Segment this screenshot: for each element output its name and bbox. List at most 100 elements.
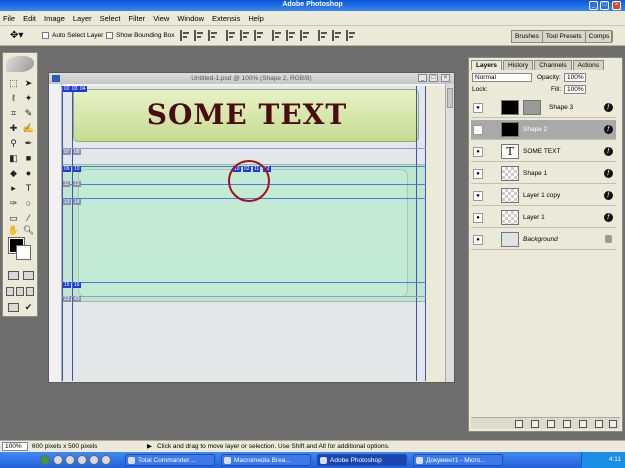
adjustment-layer-icon[interactable] <box>579 420 587 428</box>
menu-edit[interactable]: Edit <box>23 14 36 23</box>
layer-row-layer-1-copy[interactable]: ● Layer 1 copy ƒ <box>471 186 616 206</box>
history-brush-icon[interactable]: ✒ <box>22 137 35 150</box>
brush-tool-icon[interactable]: ✍ <box>22 122 35 135</box>
media-pause-icon[interactable] <box>77 455 87 465</box>
crop-tool-icon[interactable]: ⌗ <box>7 107 20 120</box>
layer-row-some-text[interactable]: ● T SOME TEXT ƒ <box>471 142 616 162</box>
align-top-icon[interactable] <box>180 30 190 41</box>
add-style-icon[interactable] <box>531 420 539 428</box>
quick-mask-icon[interactable] <box>23 271 34 280</box>
layer-style-icon[interactable]: ƒ <box>604 147 613 156</box>
standard-mode-icon[interactable] <box>8 271 19 280</box>
distribute-left-icon[interactable] <box>318 30 328 41</box>
scroll-thumb[interactable] <box>447 88 453 108</box>
path-selection-icon[interactable]: ▸ <box>7 182 20 195</box>
magic-wand-icon[interactable]: ✦ <box>22 92 35 105</box>
menu-extensis[interactable]: Extensis <box>212 14 240 23</box>
palette-tool-presets[interactable]: Tool Presets <box>543 31 586 42</box>
zoom-tool-icon[interactable]: 🔍︎ <box>22 224 35 237</box>
layer-row-background[interactable]: ● Background <box>471 230 616 250</box>
eraser-tool-icon[interactable]: ◧ <box>7 152 20 165</box>
new-layer-icon[interactable] <box>595 420 603 428</box>
jump-to-imageready-icon[interactable] <box>8 303 19 312</box>
distribute-center-icon[interactable] <box>332 30 342 41</box>
visibility-eye-icon[interactable]: ● <box>473 169 483 179</box>
screen-mode-full-icon[interactable] <box>26 287 34 296</box>
distribute-top-icon[interactable] <box>272 30 282 41</box>
taskbar-photoshop[interactable]: Adobe Photoshop <box>317 454 407 466</box>
tab-channels[interactable]: Channels <box>534 60 572 70</box>
close-icon[interactable]: × <box>612 1 621 10</box>
visibility-eye-icon[interactable]: ● <box>473 103 483 113</box>
tab-history[interactable]: History <box>502 60 534 70</box>
pen-tool-icon[interactable]: ✑ <box>7 197 20 210</box>
menu-select[interactable]: Select <box>100 14 121 23</box>
gradient-tool-icon[interactable]: ■ <box>22 152 35 165</box>
zoom-field[interactable]: 100% <box>2 442 28 451</box>
visibility-eye-icon[interactable]: ● <box>473 125 483 135</box>
delete-layer-icon[interactable] <box>609 420 617 428</box>
layer-row-shape-2[interactable]: ● Shape 2 ƒ <box>471 120 616 140</box>
doc-close-icon[interactable]: × <box>441 74 450 82</box>
doc-maximize-icon[interactable]: □ <box>429 74 438 82</box>
visibility-eye-icon[interactable]: ● <box>473 235 483 245</box>
media-stop-icon[interactable] <box>89 455 99 465</box>
distribute-bottom-icon[interactable] <box>300 30 310 41</box>
menu-file[interactable]: File <box>3 14 15 23</box>
fill-input[interactable]: 100% <box>564 85 586 94</box>
dodge-tool-icon[interactable]: ● <box>22 167 35 180</box>
layer-style-icon[interactable]: ƒ <box>604 169 613 178</box>
minimize-icon[interactable]: _ <box>589 1 598 10</box>
system-tray-clock[interactable]: 4:11 <box>581 452 625 468</box>
type-tool-icon[interactable]: T <box>22 182 35 195</box>
healing-brush-icon[interactable]: ✚ <box>7 122 20 135</box>
marquee-tool-icon[interactable]: ⬚ <box>7 77 20 90</box>
layer-style-icon[interactable]: ƒ <box>604 125 613 134</box>
vertical-scrollbar[interactable] <box>445 84 454 382</box>
move-tool-icon[interactable]: ➤ <box>22 77 35 90</box>
visibility-eye-icon[interactable]: ● <box>473 213 483 223</box>
screen-mode-full-menu-icon[interactable] <box>16 287 24 296</box>
layer-row-shape-1[interactable]: ● Shape 1 ƒ <box>471 164 616 184</box>
layer-style-icon[interactable]: ƒ <box>604 191 613 200</box>
layer-row-shape-3[interactable]: ● Shape 3 ƒ <box>471 98 616 118</box>
start-icon[interactable] <box>40 455 50 465</box>
screen-mode-standard-icon[interactable] <box>6 287 14 296</box>
layer-style-icon[interactable]: ƒ <box>604 213 613 222</box>
palette-brushes[interactable]: Brushes <box>512 31 543 42</box>
menu-image[interactable]: Image <box>44 14 65 23</box>
visibility-eye-icon[interactable]: ● <box>473 191 483 201</box>
menu-window[interactable]: Window <box>177 14 204 23</box>
align-center-icon[interactable] <box>240 30 250 41</box>
taskbar-word[interactable]: Документ1 - Micro... <box>413 454 503 466</box>
tab-actions[interactable]: Actions <box>572 60 604 70</box>
new-group-icon[interactable] <box>563 420 571 428</box>
menu-filter[interactable]: Filter <box>129 14 146 23</box>
tab-layers[interactable]: Layers <box>471 60 502 70</box>
align-middle-icon[interactable] <box>194 30 204 41</box>
move-tool-icon[interactable]: ✥▾ <box>10 30 26 42</box>
media-next-icon[interactable] <box>101 455 111 465</box>
blur-tool-icon[interactable]: ◆ <box>7 167 20 180</box>
document-title-bar[interactable]: Untitled-1.psd @ 100% (Shape 2, RGB/8) _… <box>49 73 454 84</box>
align-right-icon[interactable] <box>254 30 264 41</box>
hand-tool-icon[interactable]: ✋ <box>7 224 20 237</box>
edit-in-imageready-icon[interactable]: ✔ <box>22 301 35 314</box>
distribute-right-icon[interactable] <box>346 30 356 41</box>
taskbar-macromedia[interactable]: Macromedia Brea... <box>221 454 311 466</box>
taskbar-total-commander[interactable]: Total Commander ... <box>125 454 215 466</box>
doc-minimize-icon[interactable]: _ <box>418 74 427 82</box>
feather-logo-icon[interactable] <box>6 56 34 72</box>
layer-style-icon[interactable]: ƒ <box>604 103 613 112</box>
layer-row-layer-1[interactable]: ● Layer 1 ƒ <box>471 208 616 228</box>
background-color-swatch[interactable] <box>16 245 31 260</box>
align-left-icon[interactable] <box>226 30 236 41</box>
app-title-bar[interactable]: Adobe Photoshop _ □ × <box>0 0 625 11</box>
visibility-eye-icon[interactable]: ● <box>473 147 483 157</box>
opacity-input[interactable]: 100% <box>564 73 586 82</box>
slice-tool-icon[interactable]: ✎ <box>22 107 35 120</box>
align-bottom-icon[interactable] <box>208 30 218 41</box>
media-prev-icon[interactable] <box>53 455 63 465</box>
lasso-tool-icon[interactable]: ℓ <box>7 92 20 105</box>
media-play-icon[interactable] <box>65 455 75 465</box>
